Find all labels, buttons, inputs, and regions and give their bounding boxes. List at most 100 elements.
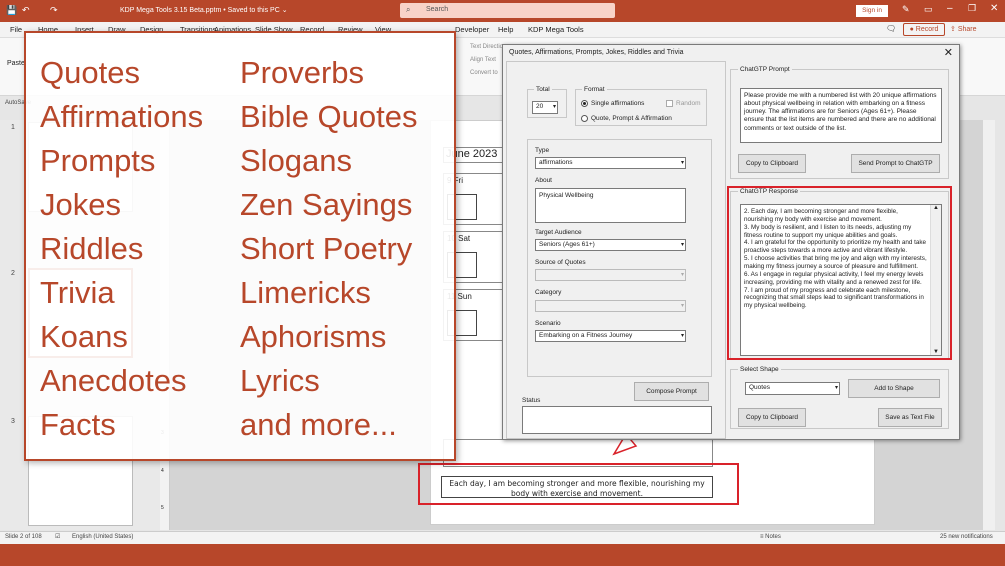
overlay-word: Bible Quotes <box>240 99 418 134</box>
overlay-word: Lyrics <box>240 363 320 398</box>
source-select[interactable]: ▾ <box>535 269 686 281</box>
format-group: Format Single affirmations Random Quote,… <box>575 86 707 126</box>
feature-overlay: Quotes Affirmations Prompts Jokes Riddle… <box>24 31 456 461</box>
compose-prompt-button[interactable]: Compose Prompt <box>634 382 709 401</box>
dialog-close-icon[interactable]: ✕ <box>944 46 953 59</box>
prompt-textarea[interactable]: Please provide me with a numbered list w… <box>740 88 942 143</box>
overlay-word: Quotes <box>40 55 140 90</box>
restore-icon[interactable]: ❐ <box>968 3 976 14</box>
format-label: Format <box>584 86 605 93</box>
options-group: Type affirmations ▾ About Physical Wellbe… <box>527 139 712 377</box>
overlay-word: Aphorisms <box>240 319 387 354</box>
search-icon: ⌕ <box>406 5 411 14</box>
total-value: 20 <box>536 103 544 110</box>
shape-group: Select Shape Quotes ▾ Add to Shape Copy t… <box>730 366 949 429</box>
overlay-word: and more... <box>240 407 397 442</box>
overlay-word: Proverbs <box>240 55 365 90</box>
overlay-word: Affirmations <box>40 99 204 134</box>
save-text-file-button[interactable]: Save as Text File <box>878 408 942 427</box>
copy-prompt-button[interactable]: Copy to Clipboard <box>738 154 806 173</box>
chevron-down-icon: ▾ <box>680 242 684 248</box>
menu-kdp-mega-tools[interactable]: KDP Mega Tools <box>528 25 584 34</box>
scenario-label: Scenario <box>535 320 561 327</box>
ribbon-display-icon[interactable]: ▭ <box>924 4 933 15</box>
search-placeholder: Search <box>426 6 449 13</box>
comments-icon[interactable]: 🗨 <box>886 24 896 33</box>
notifications[interactable]: 25 new notifications <box>940 534 993 540</box>
audience-label: Target Audience <box>535 229 582 236</box>
share-label: Share <box>957 26 977 33</box>
menu-help[interactable]: Help <box>498 25 513 34</box>
overlay-word: Jokes <box>40 187 121 222</box>
radio-quote-prompt[interactable] <box>581 115 588 122</box>
chevron-down-icon: ▾ <box>680 333 684 339</box>
close-icon[interactable]: ✕ <box>990 3 998 14</box>
highlight-box-response <box>727 186 952 360</box>
convert-to[interactable]: Convert to <box>470 70 498 76</box>
overlay-word: Anecdotes <box>40 363 187 398</box>
total-select[interactable]: 20 ▾ <box>532 101 558 114</box>
share-button[interactable]: ⇪ Share <box>950 23 998 36</box>
prompt-label: ChatGTP Prompt <box>738 66 792 73</box>
overlay-word: Facts <box>40 407 116 442</box>
about-input[interactable]: Physical Wellbeing <box>535 188 686 223</box>
minimize-icon[interactable]: – <box>947 3 953 14</box>
radio-single[interactable] <box>581 100 588 107</box>
text-direction[interactable]: Text Direction <box>470 44 506 50</box>
type-value: affirmations <box>539 159 573 166</box>
type-label: Type <box>535 147 550 154</box>
menu-developer[interactable]: Developer <box>455 25 489 34</box>
bottom-band <box>0 544 1005 566</box>
slide-number: 2 <box>11 270 15 277</box>
scenario-select[interactable]: Embarking on a Fitness Journey ▾ <box>535 330 686 342</box>
align-text[interactable]: Align Text <box>470 57 496 63</box>
audience-value: Seniors (Ages 61+) <box>539 241 595 248</box>
send-prompt-button[interactable]: Send Prompt to ChatGTP <box>851 154 940 173</box>
category-select[interactable]: ▾ <box>535 300 686 312</box>
chevron-down-icon: ▾ <box>834 385 838 391</box>
overlay-word: Koans <box>40 319 128 354</box>
overlay-word: Zen Sayings <box>240 187 413 222</box>
record-button[interactable]: ● Record <box>903 23 945 36</box>
paste-label[interactable]: Paste <box>7 60 25 67</box>
sign-in-button[interactable]: Sign in <box>856 5 888 17</box>
redo-icon[interactable]: ↷ <box>50 5 58 16</box>
window-title: KDP Mega Tools 3.15 Beta.pptm • Saved to… <box>120 7 288 14</box>
chevron-down-icon: ▾ <box>680 303 684 309</box>
overlay-word: Trivia <box>40 275 115 310</box>
status-label: Status <box>522 397 541 404</box>
overlay-word: Prompts <box>40 143 156 178</box>
category-label: Category <box>535 289 562 296</box>
shape-label: Select Shape <box>738 366 781 373</box>
notes-button[interactable]: ≡ Notes <box>760 534 781 540</box>
save-icon[interactable]: 💾 <box>6 5 17 16</box>
menu-file[interactable]: File <box>10 25 22 34</box>
vertical-scrollbar[interactable] <box>983 120 995 530</box>
audience-select[interactable]: Seniors (Ages 61+) ▾ <box>535 239 686 251</box>
shape-select[interactable]: Quotes ▾ <box>745 382 840 395</box>
pen-icon[interactable]: ✎ <box>902 4 910 15</box>
source-label: Source of Quotes <box>535 259 586 266</box>
prompt-group: ChatGTP Prompt Please provide me with a … <box>730 66 949 179</box>
slide-info: Slide 2 of 108 <box>5 534 42 540</box>
left-panel: Total 20 ▾ Format Single affirmations Ran… <box>506 61 726 439</box>
about-label: About <box>535 177 552 184</box>
record-label: Record <box>915 26 939 33</box>
overlay-word: Short Poetry <box>240 231 413 266</box>
random-checkbox[interactable] <box>666 100 673 107</box>
shape-value: Quotes <box>749 384 770 391</box>
add-to-shape-button[interactable]: Add to Shape <box>848 379 940 398</box>
status-box[interactable] <box>522 406 712 434</box>
chevron-down-icon: ▾ <box>680 160 684 166</box>
status-bar: Slide 2 of 108 ☑ English (United States)… <box>0 531 1005 544</box>
overlay-word: Riddles <box>40 231 144 266</box>
type-select[interactable]: affirmations ▾ <box>535 157 686 169</box>
scenario-value: Embarking on a Fitness Journey <box>539 332 633 339</box>
title-bar: 💾 ↶ ↷ KDP Mega Tools 3.15 Beta.pptm • Sa… <box>0 0 1005 22</box>
copy-response-button[interactable]: Copy to Clipboard <box>738 408 806 427</box>
accessibility-icon[interactable]: ☑ <box>55 533 60 540</box>
undo-icon[interactable]: ↶ <box>22 5 30 16</box>
slide-number: 3 <box>11 418 15 425</box>
language[interactable]: English (United States) <box>72 534 133 540</box>
search-box[interactable]: ⌕ Search <box>400 3 615 18</box>
